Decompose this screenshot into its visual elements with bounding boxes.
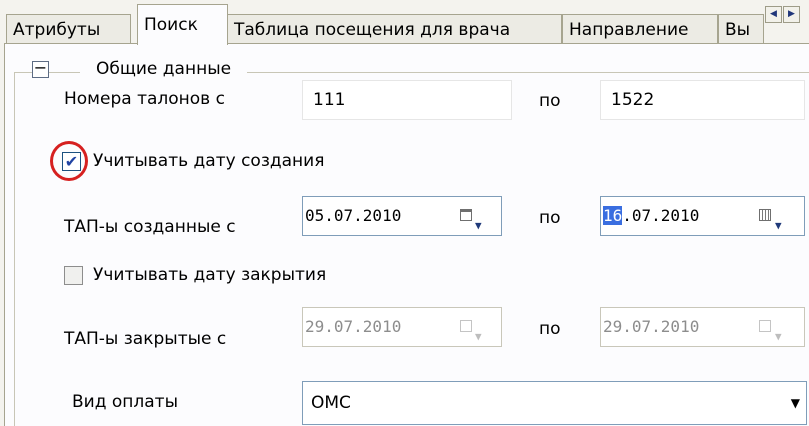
created-to-date[interactable]: 16.07.2010 ▼ (600, 196, 805, 236)
payment-type-label: Вид оплаты (72, 392, 178, 412)
ticket-from-input[interactable]: 111 (302, 80, 512, 120)
calendar-icon[interactable] (759, 209, 771, 221)
collapse-icon[interactable]: − (32, 60, 49, 78)
tab-scroll-right-icon[interactable]: ▶ (783, 6, 800, 23)
created-from-value[interactable]: 05.07.2010 (305, 206, 401, 225)
created-to-rest[interactable]: .07.2010 (622, 206, 699, 225)
tab-strip: Атрибуты Поиск Таблица посещения для вра… (0, 0, 809, 45)
dropdown-arrow-icon[interactable]: ▼ (791, 382, 800, 424)
annotation-circle (50, 141, 88, 181)
created-from-date[interactable]: 05.07.2010 ▼ (302, 196, 502, 236)
created-to-selected-day[interactable]: 16 (603, 206, 623, 225)
tab-search[interactable]: Поиск (137, 4, 228, 45)
calendar-icon[interactable] (460, 209, 472, 221)
payment-type-value[interactable]: ОМС (311, 393, 351, 413)
calendar-icon (759, 320, 771, 332)
closed-to-value: 29.07.2010 (603, 317, 700, 336)
closing-date-checkbox[interactable] (64, 266, 83, 285)
closed-range-label: ТАП-ы закрытые с (64, 329, 227, 349)
dropdown-arrow-icon: ▼ (475, 330, 482, 343)
tab-truncated[interactable]: Вы (718, 14, 764, 43)
tab-visit-table[interactable]: Таблица посещения для врача (227, 14, 562, 43)
tab-direction[interactable]: Направление (562, 14, 718, 43)
calendar-icon (460, 320, 472, 332)
payment-type-select[interactable]: ОМС ▼ (302, 381, 807, 425)
tab-attributes[interactable]: Атрибуты (6, 14, 131, 43)
closing-date-checkbox-label[interactable]: Учитывать дату закрытия (93, 265, 326, 285)
dropdown-arrow-icon[interactable]: ▼ (475, 207, 482, 245)
ticket-range-label: Номера талонов с (64, 89, 225, 109)
group-box-general (14, 72, 809, 426)
group-title: Общие данные (80, 59, 248, 79)
closed-from-date: 29.07.2010 ▼ (302, 307, 502, 347)
closed-to-date: 29.07.2010 ▼ (600, 307, 805, 347)
ticket-to-label: по (539, 91, 561, 111)
dropdown-arrow-icon[interactable]: ▼ (775, 207, 782, 245)
closed-from-value: 29.07.2010 (305, 317, 402, 336)
tab-scroll-left-icon[interactable]: ◀ (765, 6, 782, 23)
creation-date-checkbox-label[interactable]: Учитывать дату создания (93, 151, 324, 171)
ticket-to-input[interactable]: 1522 (600, 80, 805, 120)
created-to-label: по (539, 208, 561, 228)
dropdown-arrow-icon: ▼ (775, 330, 782, 343)
created-range-label: ТАП-ы созданные с (64, 217, 236, 237)
closed-to-label: по (539, 319, 561, 339)
